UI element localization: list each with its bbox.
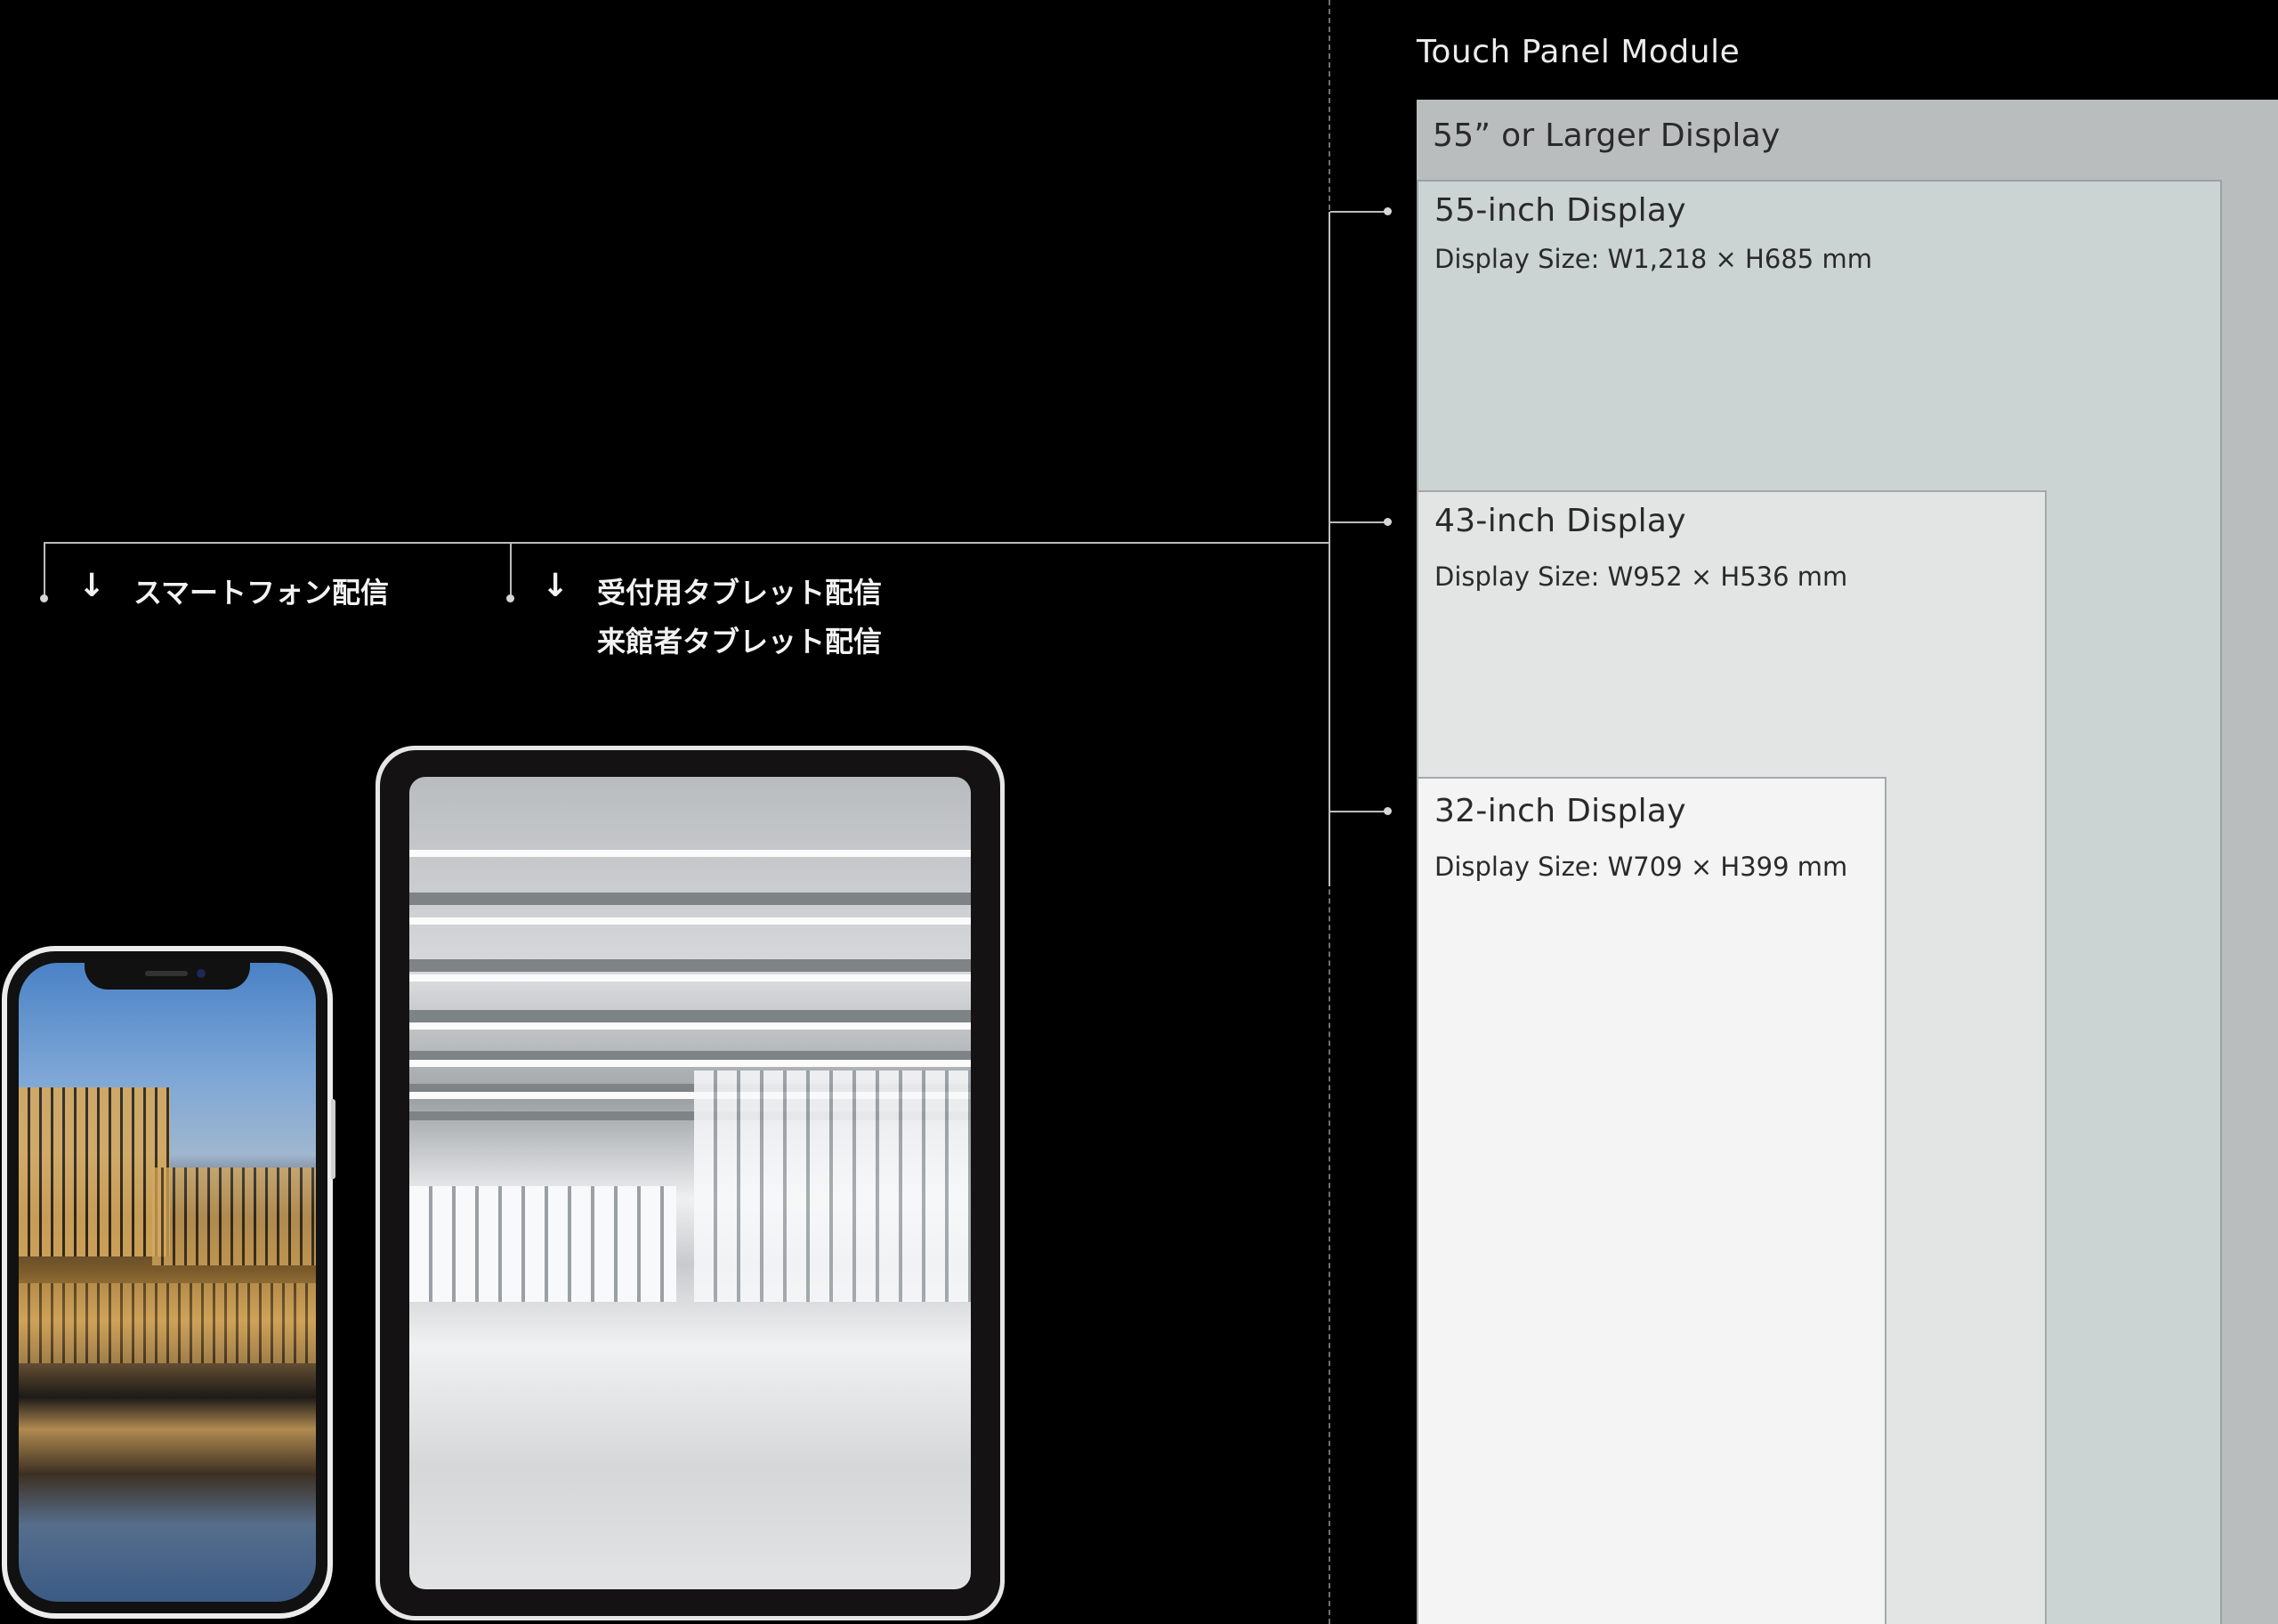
- smartphone-side-button: [331, 1099, 335, 1179]
- display-box-32: 32-inch Display Display Size: W709 × H39…: [1417, 777, 1886, 1624]
- connector-dot-43: [1384, 518, 1392, 526]
- display-size: Display Size: W952 × H536 mm: [1434, 562, 1848, 592]
- connector-dot-32: [1384, 807, 1392, 815]
- smartphone-delivery-label: スマートフォン配信: [133, 576, 390, 610]
- arrow-down-icon: ↓: [78, 568, 106, 604]
- connector-55: [1330, 211, 1385, 213]
- branch-drop-smartphone: [44, 542, 45, 599]
- tablet-visitor-label: 来館者タブレット配信: [597, 625, 883, 658]
- branch-dot-smartphone: [40, 594, 48, 602]
- display-size: Display Size: W709 × H399 mm: [1434, 852, 1848, 882]
- tablet-screen-image: [409, 777, 971, 1589]
- connector-43: [1330, 521, 1385, 523]
- display-label: 32-inch Display: [1434, 793, 1686, 829]
- connector-dot-55: [1384, 207, 1392, 215]
- arrow-down-icon: ↓: [542, 568, 570, 604]
- connector-32: [1330, 811, 1385, 812]
- display-label: 55-inch Display: [1434, 192, 1686, 229]
- display-size: Display Size: W1,218 × H685 mm: [1434, 244, 1872, 274]
- display-label: 55” or Larger Display: [1433, 117, 1781, 154]
- tablet-reception-label: 受付用タブレット配信: [597, 576, 883, 610]
- delivery-branch-line: [44, 542, 1329, 544]
- smartphone-screen-image: [19, 963, 316, 1602]
- tablet-device: [376, 746, 1005, 1620]
- display-label: 43-inch Display: [1434, 503, 1686, 539]
- branch-dot-tablet: [506, 594, 514, 602]
- connector-vertical-line: [1329, 212, 1330, 886]
- panel-title: Touch Panel Module: [1417, 34, 1741, 70]
- branch-drop-tablet: [510, 542, 512, 599]
- smartphone-device: [2, 946, 333, 1619]
